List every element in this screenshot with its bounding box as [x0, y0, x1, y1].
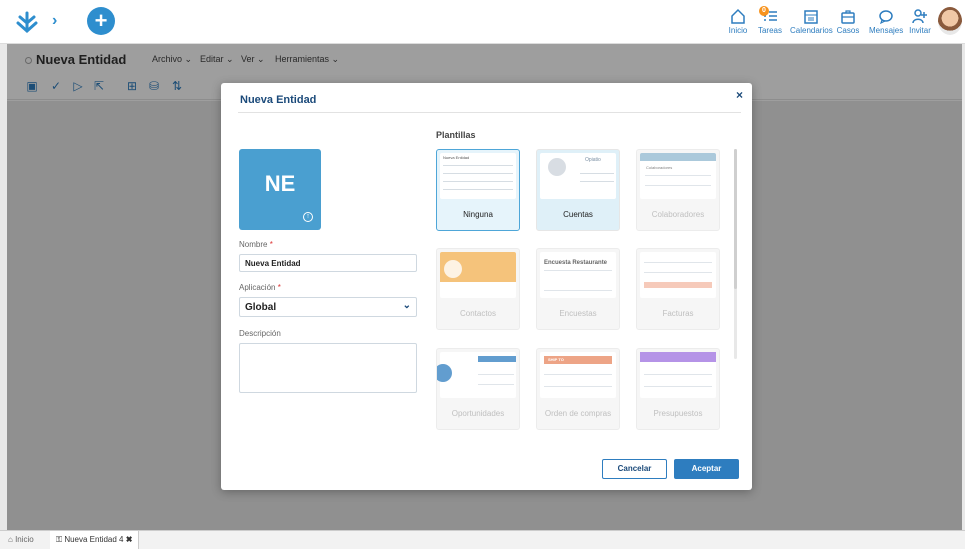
nav-cases-label: Casos [836, 26, 860, 35]
thumb-title: Nueva Entidad [443, 155, 470, 160]
template-card-contactos[interactable]: Contactos [436, 248, 520, 330]
nav-calendars-label: Calendarios [790, 26, 833, 35]
template-name: Colaboradores [651, 210, 705, 219]
name-input[interactable] [239, 254, 417, 272]
close-tab-icon[interactable]: ✖ [126, 535, 133, 544]
chevron-down-icon: ⌄ [402, 300, 411, 311]
chevron-right-icon[interactable]: › [52, 12, 57, 30]
nav-messages-label: Mensajes [869, 26, 904, 35]
entity-icon-tile[interactable]: NE ↑ [239, 149, 321, 230]
status-home[interactable]: ⌂ Inicio [8, 535, 34, 544]
entity-initials: NE [264, 171, 296, 196]
template-card-oportunidades[interactable]: Oportunidades [436, 348, 520, 430]
required-mark: * [277, 283, 281, 292]
template-card-facturas[interactable]: Facturas [636, 248, 720, 330]
template-name: Cuentas [563, 210, 593, 219]
template-thumbnail [640, 252, 716, 298]
template-thumbnail: SHIP TO [540, 352, 616, 398]
new-entity-dialog: Nueva Entidad × NE ↑ Nombre * Aplicación… [221, 83, 752, 490]
template-card-cuentas[interactable]: Opiatio Cuentas [536, 149, 620, 231]
description-field[interactable] [239, 343, 417, 393]
nav-invite[interactable]: Invitar [909, 6, 931, 35]
nav-messages[interactable]: Mensajes [869, 6, 903, 35]
calendar-icon [804, 10, 818, 24]
app-select[interactable]: Global ⌄ [239, 297, 417, 317]
home-icon [731, 8, 745, 24]
cancel-button[interactable]: Cancelar [602, 459, 667, 479]
required-mark: * [269, 240, 273, 249]
thumb-title: Colaboradores [646, 165, 673, 170]
nav-tasks[interactable]: 0 Tareas [757, 6, 783, 35]
status-home-label: Inicio [15, 535, 34, 544]
nav-invite-label: Invitar [909, 26, 931, 35]
nav-cases[interactable]: Casos [836, 6, 860, 35]
close-icon[interactable]: × [736, 88, 743, 102]
template-name: Orden de compras [544, 409, 612, 418]
scrollbar-thumb[interactable] [734, 149, 737, 289]
template-card-orden-de-compras[interactable]: SHIP TO Orden de compras [536, 348, 620, 430]
upload-icon[interactable]: ↑ [303, 212, 313, 222]
template-thumbnail [440, 252, 516, 298]
template-card-colaboradores[interactable]: Colaboradores Colaboradores [636, 149, 720, 231]
app-logo-icon[interactable] [14, 9, 40, 35]
accept-button[interactable]: Aceptar [674, 459, 739, 479]
template-card-presupuestos[interactable]: Presupuestos [636, 348, 720, 430]
template-name: Contactos [459, 309, 497, 318]
template-card-encuestas[interactable]: Encuesta Restaurante Encuestas [536, 248, 620, 330]
thumb-title: Encuesta Restaurante [544, 260, 608, 266]
app-label: Aplicación * [239, 283, 281, 292]
app-select-value: Global [245, 302, 277, 313]
status-bar: ⌂ Inicio ⚿ Nueva Entidad 4 ✖ [0, 530, 965, 549]
name-label-text: Nombre [239, 240, 268, 249]
templates-heading: Plantillas [436, 130, 476, 140]
nav-home[interactable]: Inicio [727, 6, 749, 35]
template-thumbnail: Encuesta Restaurante [540, 252, 616, 298]
status-tab-label: Nueva Entidad 4 [64, 535, 124, 544]
add-button[interactable]: + [87, 7, 115, 35]
briefcase-icon [841, 10, 855, 24]
template-card-ninguna[interactable]: Nueva Entidad Ninguna [436, 149, 520, 231]
template-name: Encuestas [559, 309, 597, 318]
add-user-icon [912, 9, 927, 24]
app-label-text: Aplicación [239, 283, 276, 292]
tasks-badge: 0 [759, 6, 769, 16]
template-thumbnail [437, 352, 516, 398]
template-thumbnail: Opiatio [540, 153, 616, 199]
nav-home-label: Inicio [728, 26, 748, 35]
chat-icon [879, 10, 893, 25]
template-thumbnail: Colaboradores [640, 153, 716, 199]
desc-label: Descripción [239, 329, 281, 338]
thumb-title: SHIP TO [548, 357, 564, 362]
status-tab[interactable]: ⚿ Nueva Entidad 4 ✖ [50, 531, 140, 549]
name-label: Nombre * [239, 240, 273, 249]
template-thumbnail: Nueva Entidad [440, 153, 516, 199]
templates-scrollbar[interactable] [734, 149, 737, 359]
template-thumbnail [640, 352, 716, 398]
thumb-title: Opiatio [585, 157, 601, 163]
nav-calendars[interactable]: Calendarios [790, 6, 833, 35]
nav-tasks-label: Tareas [757, 26, 782, 35]
avatar[interactable] [938, 7, 962, 35]
template-name: Presupuestos [653, 409, 703, 418]
top-bar: › + Inicio 0 Tareas Calendarios Casos Me… [0, 0, 965, 44]
dialog-divider [238, 112, 741, 113]
template-name: Oportunidades [451, 409, 505, 418]
template-name: Ninguna [463, 210, 493, 219]
template-name: Facturas [662, 309, 694, 318]
dialog-title: Nueva Entidad [240, 94, 317, 106]
